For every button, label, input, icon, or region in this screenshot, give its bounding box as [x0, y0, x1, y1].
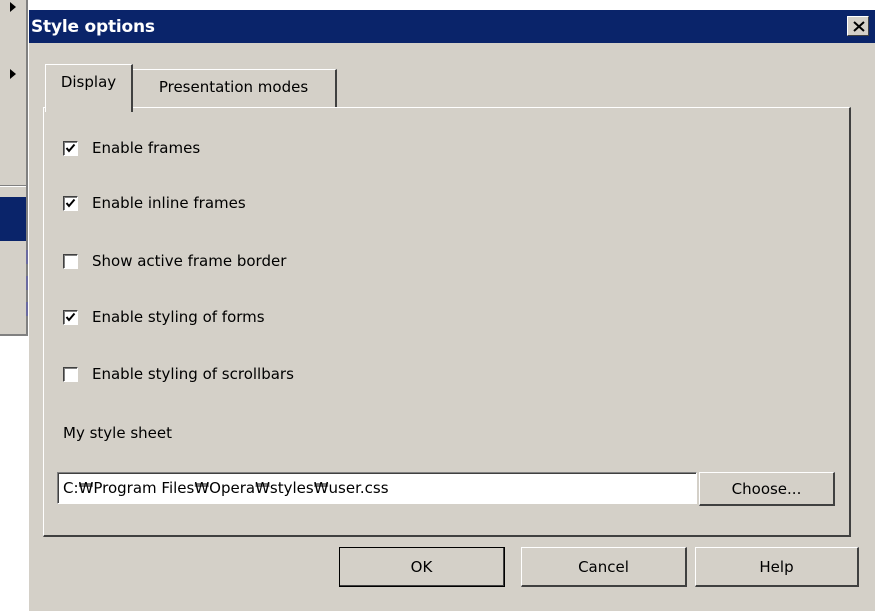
help-button[interactable]: Help [695, 547, 859, 587]
style-sheet-path-input[interactable] [57, 472, 697, 504]
checkmark-icon [65, 312, 76, 322]
option-label: Enable styling of scrollbars [92, 365, 294, 383]
style-options-dialog: Style options Display Presentation modes… [28, 10, 875, 611]
choose-button[interactable]: Choose... [699, 472, 835, 506]
option-enable-styling-of-scrollbars[interactable]: Enable styling of scrollbars [63, 364, 294, 384]
checkbox[interactable] [63, 366, 78, 382]
ok-button[interactable]: OK [339, 547, 505, 587]
option-label: Enable frames [92, 139, 201, 157]
option-enable-styling-of-forms[interactable]: Enable styling of forms [63, 307, 265, 327]
close-button[interactable] [847, 16, 869, 36]
cancel-button[interactable]: Cancel [521, 547, 687, 587]
tab-presentation-modes-label: Presentation modes [158, 78, 309, 96]
menu-separator [0, 185, 26, 187]
checkbox[interactable] [63, 253, 78, 269]
tab-display-label: Display [60, 73, 117, 91]
option-label: Show active frame border [92, 252, 287, 270]
option-label: Enable styling of forms [92, 308, 265, 326]
option-enable-inline-frames[interactable]: Enable inline frames [63, 193, 246, 213]
submenu-arrow-icon [10, 69, 16, 79]
dialog-title: Style options [31, 17, 155, 37]
checkbox[interactable] [63, 309, 78, 325]
menu-item-highlighted[interactable] [0, 197, 26, 241]
close-icon [853, 21, 865, 32]
option-show-active-frame-border[interactable]: Show active frame border [63, 251, 286, 271]
checkmark-icon [65, 198, 76, 208]
tab-display[interactable]: Display [45, 64, 133, 112]
checkbox[interactable] [63, 140, 78, 156]
my-style-sheet-label: My style sheet [63, 424, 172, 442]
dialog-titlebar[interactable]: Style options [29, 10, 875, 43]
option-enable-frames[interactable]: Enable frames [63, 138, 200, 158]
option-label: Enable inline frames [92, 194, 246, 212]
checkmark-icon [65, 143, 76, 153]
tab-presentation-modes[interactable]: Presentation modes [131, 69, 337, 107]
checkbox[interactable] [63, 195, 78, 211]
background-menu [0, 0, 28, 336]
submenu-arrow-icon [10, 2, 16, 12]
